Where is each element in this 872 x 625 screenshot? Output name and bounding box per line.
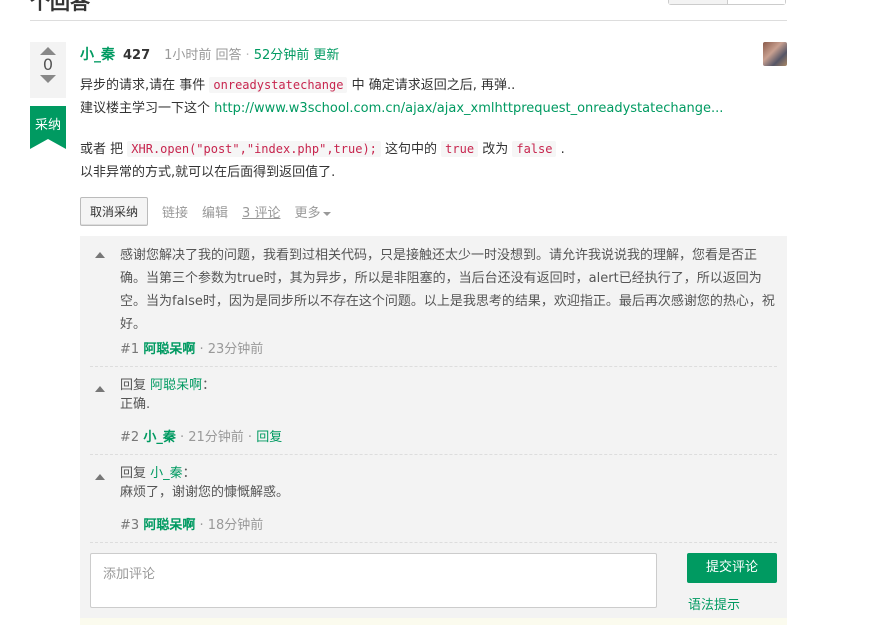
syntax-help-link[interactable]: 语法提示 [688, 594, 740, 613]
comment-divider [90, 542, 777, 543]
body-text: 建议楼主学习一下这个 [80, 101, 215, 116]
vote-count: 0 [42, 55, 54, 74]
inline-code: onreadystatechange [209, 77, 348, 93]
comments-toggle[interactable]: 3 评论 [242, 202, 280, 221]
reply-colon: ： [182, 466, 196, 481]
author-link[interactable]: 小_秦 [80, 47, 115, 63]
body-text: 异步的请求,请在 事件 [80, 78, 210, 93]
bottom-strip [80, 618, 787, 625]
reply-to-user-link[interactable]: 小_秦 [150, 466, 183, 481]
comment-text: 麻烦了，谢谢您的慷慨解惑。 [120, 485, 290, 500]
avatar[interactable] [763, 42, 787, 66]
author-reputation: 427 [123, 48, 151, 63]
comment-text: 感谢您解决了我的问题，我看到过相关代码，只是接触还太少一时没想到。请允许我说说我… [120, 248, 775, 332]
accepted-badge: 采纳 [30, 106, 66, 149]
reply-link[interactable]: 回复 [256, 430, 282, 445]
inline-code: true [441, 141, 479, 157]
comment-time: · 21分钟前 · [179, 430, 253, 445]
link-action[interactable]: 链接 [162, 202, 188, 221]
comment-divider [90, 454, 777, 455]
sort-option-time[interactable] [727, 0, 785, 4]
body-text: 或者 把 [80, 142, 128, 157]
edit-action[interactable]: 编辑 [202, 202, 228, 221]
body-line: 以非异常的方式,就可以在后面得到返回值了. [80, 165, 336, 180]
body-text: 这句中的 [380, 142, 442, 157]
downvote-icon[interactable] [40, 75, 56, 83]
answered-time: 1小时前 回答 [164, 48, 242, 63]
body-text: . [556, 142, 565, 157]
reply-to-user-link[interactable]: 阿聪呆啊 [150, 378, 202, 393]
w3school-link[interactable]: http://www.w3school.com.cn/ajax/ajax_xml… [214, 101, 723, 116]
comment-time: · 18分钟前 [199, 518, 264, 533]
answer-body: 异步的请求,请在 事件 onreadystatechange 中 确定请求返回之… [80, 74, 770, 184]
body-text: 中 确定请求返回之后, 再弹.. [347, 78, 516, 93]
answer-meta: 小_秦 427 1小时前 回答 · 52分钟前 更新 [80, 44, 339, 64]
inline-code: false [512, 141, 557, 157]
comment-number: #3 [120, 518, 140, 533]
comment-input[interactable]: 添加评论 [90, 553, 657, 608]
sort-toggle[interactable] [668, 0, 786, 5]
comment-footer: #3 阿聪呆啊 · 18分钟前 [120, 514, 263, 533]
reply-prefix: 回复 [120, 466, 147, 481]
body-text: 改为 [478, 142, 513, 157]
reply-prefix: 回复 [120, 378, 147, 393]
answer-actions: 取消采纳 链接 编辑 3 评论 更多 [80, 197, 332, 226]
body-line: 建议楼主学习一下这个 http://www.w3school.com.cn/aj… [80, 97, 770, 120]
comment-footer: #2 小_秦 · 21分钟前 · 回复 [120, 426, 282, 445]
comment-time: · 23分钟前 [199, 342, 264, 357]
comment-text: 正确. [120, 397, 151, 412]
comment-upvote-icon[interactable] [95, 474, 105, 480]
comment-user-link[interactable]: 小_秦 [143, 430, 176, 445]
cancel-accept-button[interactable]: 取消采纳 [80, 197, 149, 226]
more-dropdown[interactable]: 更多 [294, 202, 332, 221]
submit-comment-button[interactable]: 提交评论 [687, 553, 777, 583]
comment-user-link[interactable]: 阿聪呆啊 [143, 342, 195, 357]
more-label: 更多 [294, 206, 321, 221]
body-line: 异步的请求,请在 事件 onreadystatechange 中 确定请求返回之… [80, 74, 770, 97]
body-line: 或者 把 XHR.open("post","index.php",true); … [80, 138, 770, 161]
comment-footer: #1 阿聪呆啊 · 23分钟前 [120, 338, 263, 357]
divider [30, 20, 787, 21]
comment-number: #1 [120, 342, 140, 357]
meta-separator: · [245, 48, 250, 63]
updated-time-link[interactable]: 52分钟前 更新 [254, 48, 340, 63]
comment-upvote-icon[interactable] [95, 386, 105, 392]
vote-widget: 0 [30, 42, 66, 98]
accepted-label: 采纳 [34, 118, 61, 133]
inline-code: XHR.open("post","index.php",true); [127, 141, 381, 157]
comment-user-link[interactable]: 阿聪呆啊 [143, 518, 195, 533]
comment-number: #2 [120, 430, 140, 445]
reply-colon: ： [202, 378, 216, 393]
comment-divider [90, 366, 777, 367]
sort-option-default[interactable] [669, 0, 728, 4]
upvote-icon[interactable] [40, 47, 56, 55]
comment-upvote-icon[interactable] [95, 252, 105, 258]
section-title: 个回答 [30, 0, 90, 14]
caret-down-icon [323, 211, 332, 216]
